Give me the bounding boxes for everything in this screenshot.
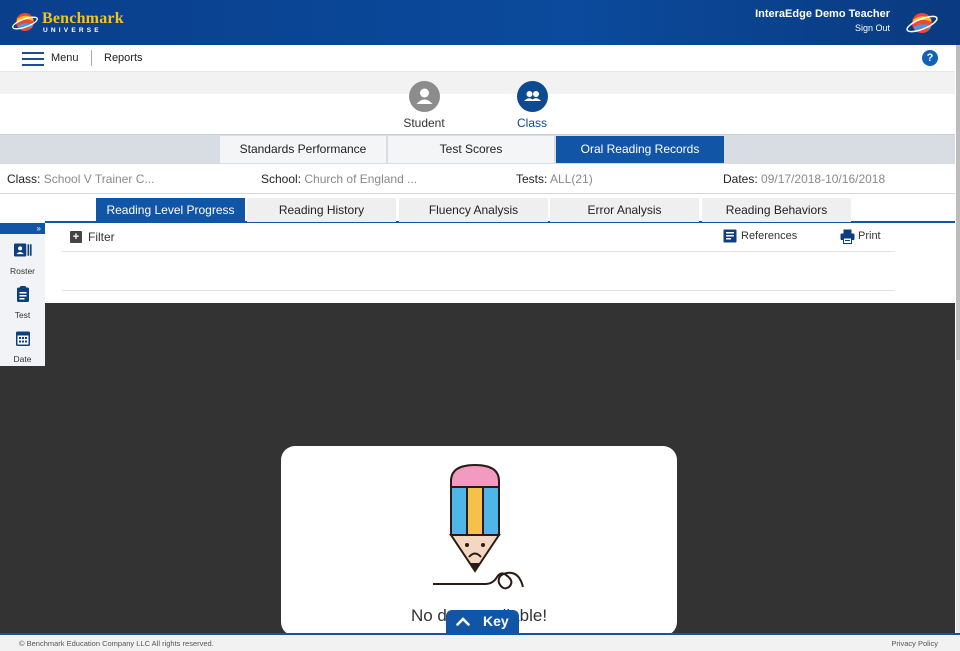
report-info-bar: Class: School V Trainer C... School: Chu… (0, 164, 955, 194)
menu-bar: Menu Reports ? (0, 45, 955, 72)
student-toggle-label: Student (403, 116, 445, 130)
filter-button[interactable]: Filter (88, 230, 115, 244)
subtab-error-analysis[interactable]: Error Analysis (550, 198, 699, 222)
copyright-text: © Benchmark Education Company LLC All ri… (19, 639, 214, 648)
subtab-reading-behaviors[interactable]: Reading Behaviors (702, 198, 851, 222)
clipboard-icon (16, 286, 29, 302)
top-header: Benchmark UNIVERSE InteraEdge Demo Teach… (0, 0, 960, 45)
planet-logo-icon (12, 13, 38, 31)
sign-out-link[interactable]: Sign Out (855, 23, 890, 33)
school-key: School: (261, 172, 302, 186)
person-icon (408, 81, 440, 112)
footer: © Benchmark Education Company LLC All ri… (0, 633, 960, 651)
chevron-up-icon (456, 617, 470, 626)
menu-divider (91, 50, 92, 66)
sidebar-label-test: Test (14, 310, 31, 320)
student-view-toggle[interactable]: Student (394, 81, 454, 130)
school-value: Church of England ... (304, 172, 418, 186)
sidebar-item-date[interactable]: Date (0, 330, 45, 364)
scrollbar-thumb[interactable] (956, 45, 960, 360)
key-label: Key (483, 613, 509, 629)
logo-text: Benchmark (42, 10, 124, 27)
sidebar-item-test[interactable]: Test (0, 286, 45, 320)
user-name: InteraEdge Demo Teacher (755, 8, 890, 20)
subtab-reading-level-progress[interactable]: Reading Level Progress (96, 198, 245, 222)
key-button[interactable]: Key (446, 610, 519, 634)
tests-key: Tests: (516, 172, 548, 186)
tab-oral-reading-records[interactable]: Oral Reading Records (556, 136, 724, 163)
reports-breadcrumb[interactable]: Reports (104, 52, 143, 64)
class-view-toggle[interactable]: Class (502, 81, 562, 130)
print-button[interactable]: Print (858, 230, 881, 242)
hamburger-menu-icon[interactable] (22, 52, 44, 66)
class-toggle-label: Class (516, 116, 547, 130)
sidebar-item-roster[interactable]: Roster (0, 242, 45, 276)
school-info[interactable]: School: Church of England ... (261, 172, 417, 186)
dates-info[interactable]: Dates: 09/17/2018-10/16/2018 (723, 172, 885, 186)
sidebar-label-roster: Roster (9, 266, 36, 276)
divider (62, 290, 895, 291)
help-icon[interactable]: ? (922, 50, 938, 66)
calendar-icon (15, 331, 30, 346)
references-button[interactable]: References (741, 230, 797, 242)
sidebar-label-date: Date (13, 354, 32, 364)
subtab-fluency-analysis[interactable]: Fluency Analysis (399, 198, 548, 222)
plus-icon[interactable]: + (70, 231, 82, 243)
collapse-panel-button[interactable]: » (0, 223, 45, 234)
menu-button[interactable]: Menu (51, 52, 79, 64)
toggle-row (0, 94, 955, 134)
tab-standards-performance[interactable]: Standards Performance (220, 136, 386, 163)
sad-pencil-icon (433, 463, 524, 590)
modal-backdrop-left (0, 366, 45, 633)
references-icon[interactable] (723, 229, 737, 243)
benchmark-logo[interactable]: Benchmark UNIVERSE (12, 7, 124, 37)
tab-test-scores[interactable]: Test Scores (388, 136, 554, 163)
dates-value: 09/17/2018-10/16/2018 (761, 172, 886, 186)
class-info[interactable]: Class: School V Trainer C... (7, 172, 154, 186)
tests-info[interactable]: Tests: ALL(21) (516, 172, 593, 186)
class-value: School V Trainer C... (43, 172, 155, 186)
group-icon (516, 81, 548, 112)
printer-icon[interactable] (840, 229, 855, 244)
divider (62, 251, 895, 252)
class-key: Class: (7, 172, 41, 186)
tests-value: ALL(21) (550, 172, 593, 186)
roster-icon (13, 243, 32, 257)
subtab-reading-history[interactable]: Reading History (247, 198, 396, 222)
dates-key: Dates: (723, 172, 758, 186)
logo-subtitle: UNIVERSE (43, 27, 102, 34)
user-planet-icon (906, 13, 938, 33)
privacy-policy-link[interactable]: Privacy Policy (891, 639, 938, 648)
